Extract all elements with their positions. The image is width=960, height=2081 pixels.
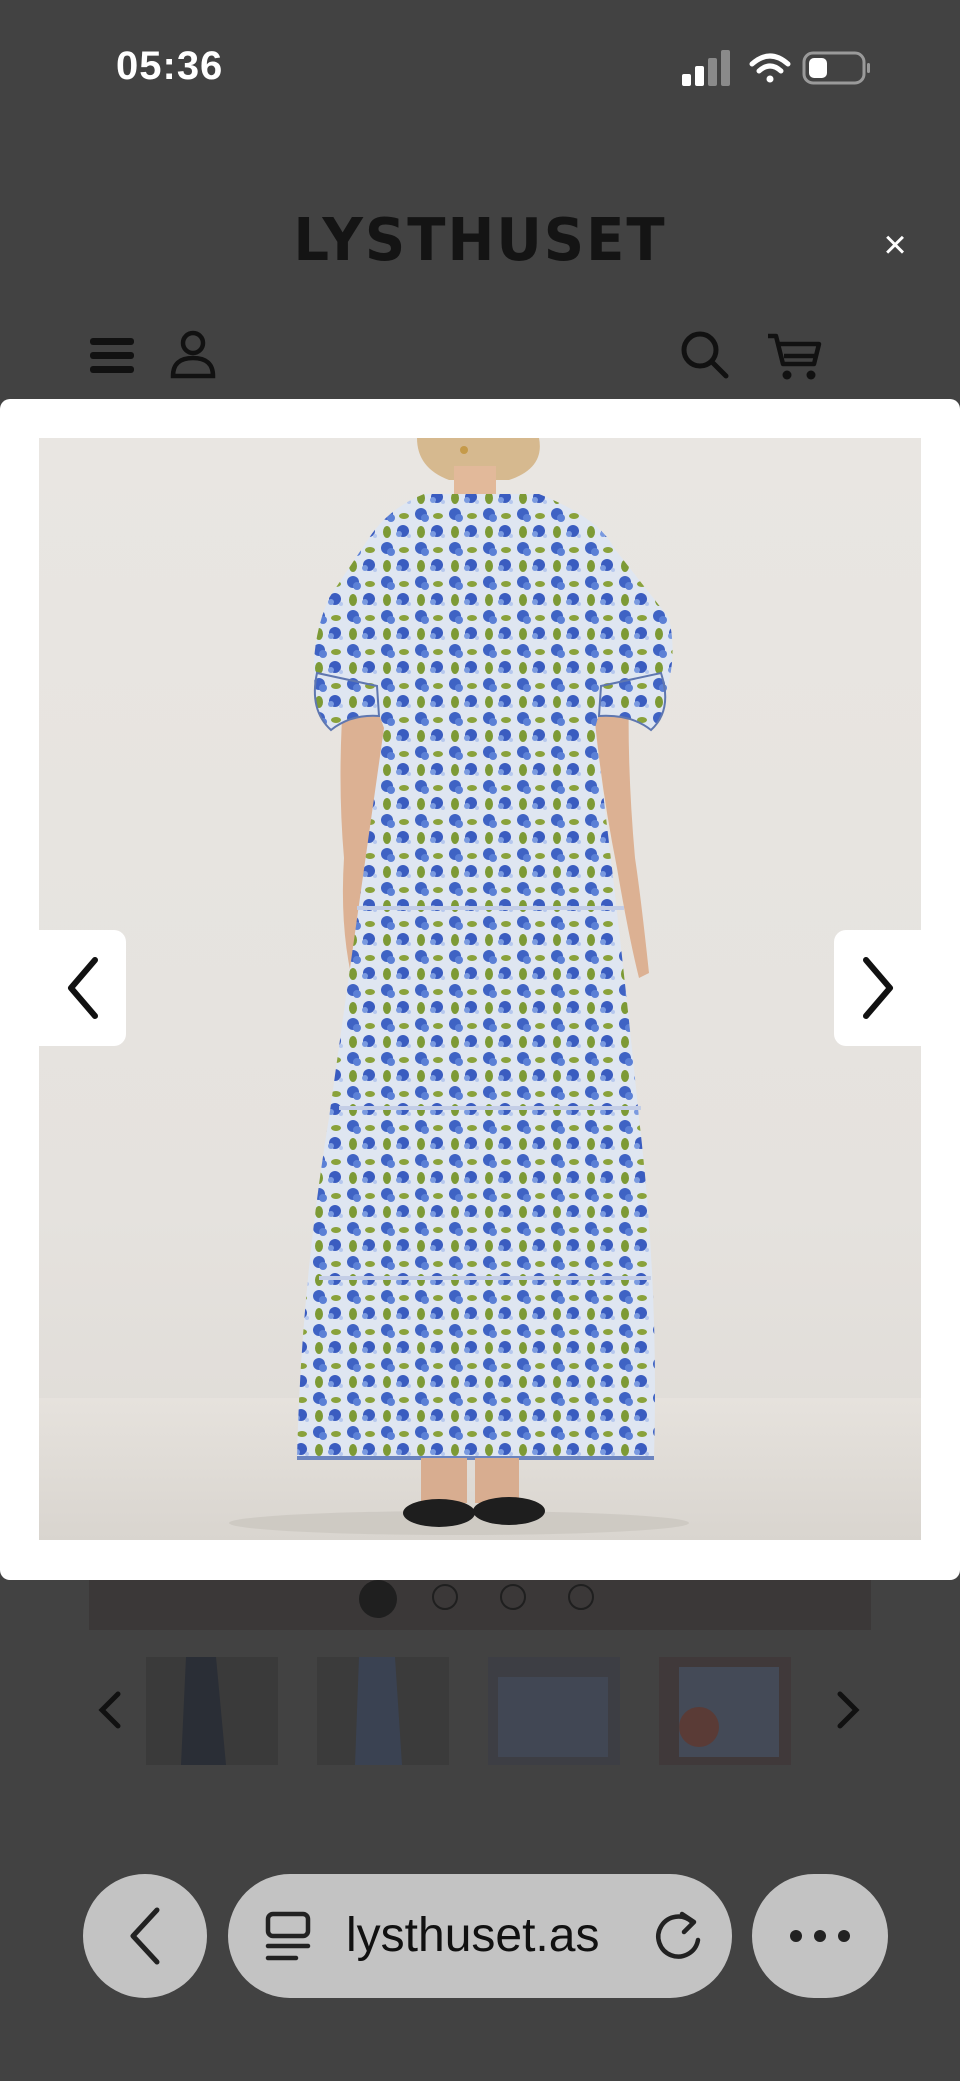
thumbnail[interactable] xyxy=(488,1657,620,1765)
carousel-dot-active[interactable] xyxy=(359,1580,397,1618)
thumbnails-prev-button[interactable] xyxy=(98,1690,122,1735)
lightbox-next-button[interactable] xyxy=(834,930,921,1046)
more-icon xyxy=(790,1930,850,1942)
chevron-left-icon xyxy=(98,1691,121,1729)
more-button[interactable] xyxy=(752,1874,888,1998)
page-icon xyxy=(265,1911,311,1961)
chevron-right-icon xyxy=(862,957,893,1019)
search-icon[interactable] xyxy=(680,330,730,385)
carousel-dot[interactable] xyxy=(568,1584,594,1610)
cart-icon[interactable] xyxy=(766,332,822,387)
chevron-right-icon xyxy=(837,1691,860,1729)
address-bar[interactable]: lysthuset.as xyxy=(228,1874,732,1998)
browser-back-button[interactable] xyxy=(83,1874,207,1998)
thumbnail[interactable] xyxy=(317,1657,449,1765)
battery-icon xyxy=(802,51,870,85)
carousel-dot[interactable] xyxy=(432,1584,458,1610)
menu-icon[interactable] xyxy=(90,336,134,381)
status-time: 05:36 xyxy=(116,44,224,88)
product-image[interactable] xyxy=(39,438,921,1540)
main-image-bottom xyxy=(89,1580,871,1630)
back-icon xyxy=(130,1907,160,1965)
status-icons xyxy=(682,50,882,90)
thumbnail[interactable] xyxy=(146,1657,278,1765)
chevron-left-icon xyxy=(67,957,98,1019)
thumbnail[interactable] xyxy=(659,1657,791,1765)
lightbox-prev-button[interactable] xyxy=(39,930,126,1046)
image-lightbox xyxy=(0,399,960,1580)
carousel-dot[interactable] xyxy=(500,1584,526,1610)
url-text: lysthuset.as xyxy=(346,1909,600,1962)
reload-icon xyxy=(656,1911,701,1959)
signal-icon xyxy=(682,50,730,86)
site-logo[interactable]: LYSTHUSET xyxy=(0,206,960,274)
thumbnails-next-button[interactable] xyxy=(836,1690,860,1735)
wifi-icon xyxy=(749,53,791,83)
close-button[interactable]: × xyxy=(872,222,918,268)
account-icon[interactable] xyxy=(170,330,216,385)
